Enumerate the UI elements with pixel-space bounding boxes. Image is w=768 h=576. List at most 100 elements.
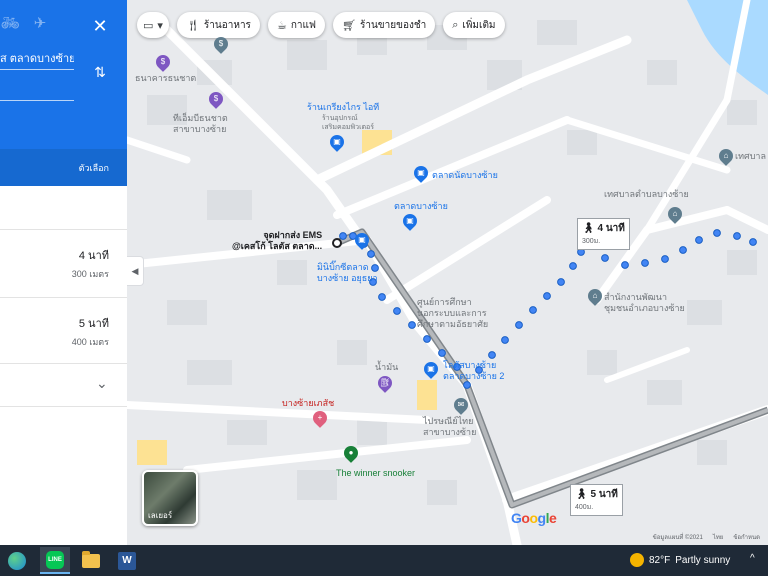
chip-groceries[interactable]: 🛒︎ ร้านขายของชำ — [333, 12, 436, 38]
chip-coffee[interactable]: ☕︎ กาแฟ — [267, 12, 326, 38]
bank-icon: $ — [160, 57, 166, 66]
building-icon: ⌂ — [592, 291, 598, 300]
lotus-pin[interactable]: ▣ — [421, 359, 441, 379]
bank-pin[interactable]: $ — [153, 52, 173, 72]
route-distance: 400 เมตร — [71, 337, 109, 347]
tray-expand-icon[interactable]: ^ — [750, 553, 755, 564]
temperature: 82°F — [649, 554, 671, 566]
cart-icon: 🛒︎ — [342, 19, 356, 32]
route-dot — [641, 259, 649, 267]
layers-button[interactable]: เลเยอร์ — [142, 470, 198, 526]
atm-icon: $ — [213, 94, 219, 103]
pharmacy-label[interactable]: บางซ้ายเภสัช — [282, 398, 334, 409]
bank-label[interactable]: ธนาคารธนชาต — [135, 73, 196, 84]
edge-icon — [8, 551, 26, 570]
market-pin[interactable]: ▣ — [400, 211, 420, 231]
snooker-pin[interactable]: ● — [341, 443, 361, 463]
minibigc-pin[interactable]: ▣ — [352, 230, 372, 250]
route-dot — [749, 238, 757, 246]
market-label[interactable]: ตลาดบางซ้าย — [394, 201, 448, 212]
municipality-pin[interactable]: ⌂ — [665, 204, 685, 224]
route-option-1[interactable]: 4 นาที 300 เมตร — [0, 230, 127, 296]
map-canvas[interactable]: ▭ ▾ 🍴︎ ร้านอาหาร ☕︎ กาแฟ 🛒︎ ร้านขายของชำ ⌕ เพ… — [127, 0, 768, 545]
origin-marker[interactable] — [332, 238, 342, 248]
fork-knife-icon: 🍴︎ — [185, 19, 200, 32]
origin-field[interactable] — [0, 100, 74, 101]
route-dot — [733, 232, 741, 240]
pharmacy-pin[interactable]: + — [310, 408, 330, 428]
route-distance: 300ม. — [582, 238, 601, 245]
shop-pin[interactable]: ▣ — [327, 132, 347, 152]
route-option-2[interactable]: 5 นาที 400 เมตร — [0, 298, 127, 364]
municipality-label[interactable]: เทศบาลตำบลบางซ้าย — [604, 189, 689, 200]
minibigc-label[interactable]: มินิบิ๊กซีตลาด บางซ้าย อยุธยา — [317, 262, 378, 284]
chip-label: ร้านขายของชำ — [359, 19, 427, 31]
file-explorer-button[interactable] — [76, 547, 106, 574]
route-dot — [378, 293, 386, 301]
shopping-bag-icon: ▣ — [333, 137, 341, 146]
post-office-label[interactable]: ไปรษณีย์ไทย สาขาบางซ้าย — [423, 416, 476, 438]
route-time-label-1[interactable]: 🚶︎ 4 นาที 300ม. — [577, 218, 630, 250]
weather-widget[interactable]: 82°F Partly sunny — [630, 553, 730, 567]
lotus-label[interactable]: โลตัสบางซ้าย ตลาดบางซ้าย 2 — [443, 360, 504, 382]
route-time: 5 นาที — [590, 489, 618, 500]
fuel-pin[interactable]: ⛽︎ — [375, 373, 395, 393]
fuel-icon: ⛽︎ — [379, 378, 391, 387]
shop-sub-label: ร้านอุปกรณ์ เสริมคอมพิวเตอร์ — [322, 115, 374, 131]
fuel-label[interactable]: น้ำมัน — [375, 362, 398, 373]
chevron-down-icon[interactable]: ⌄ — [96, 375, 108, 392]
options-link[interactable]: ตัวเลือก — [79, 161, 109, 175]
bank-icon: $ — [218, 39, 224, 48]
language-link[interactable]: ไทย — [713, 532, 724, 542]
swap-icon[interactable]: ⇅ — [90, 62, 110, 82]
school-label[interactable]: ศูนย์การศึกษา นอกระบบและการ ศึกษาตามอัธย… — [417, 297, 488, 330]
coffee-icon: ☕︎ — [276, 19, 287, 32]
map-type-button[interactable]: ▭ ▾ — [137, 12, 169, 38]
shopping-bag-icon: ▣ — [417, 168, 425, 177]
destination-field[interactable]: ส ตลาดบางซ้าย — [0, 48, 74, 70]
airplane-icon[interactable]: ✈︎ — [30, 14, 50, 34]
shopping-bag-icon: ▣ — [406, 216, 414, 225]
route-dot — [695, 236, 703, 244]
weather-condition: Partly sunny — [675, 554, 731, 566]
route-time-label-2[interactable]: 🚶︎ 5 นาที 400ม. — [570, 484, 623, 516]
line-app-button[interactable]: LINE — [40, 547, 70, 574]
bank-pin[interactable]: $ — [211, 34, 231, 54]
route-dot — [501, 336, 509, 344]
route-dot — [438, 349, 446, 357]
word-button[interactable]: W — [112, 547, 142, 574]
route-dot — [423, 335, 431, 343]
pharmacy-icon: + — [317, 413, 323, 422]
line-app-icon: LINE — [46, 550, 64, 569]
atm-pin[interactable]: $ — [206, 89, 226, 109]
chip-more[interactable]: ⌕ เพิ่มเติม — [443, 12, 505, 38]
chip-label: กาแฟ — [290, 19, 317, 31]
collapse-panel-button[interactable]: ◀ — [127, 256, 144, 286]
chip-restaurants[interactable]: 🍴︎ ร้านอาหาร — [176, 12, 260, 38]
market-pin[interactable]: ▣ — [411, 163, 431, 183]
municipality-edge-label[interactable]: เทศบาล — [735, 151, 766, 162]
atm-label[interactable]: ทีเอ็มบีธนชาต สาขาบางซ้าย — [173, 113, 228, 135]
chip-label: ร้านอาหาร — [203, 19, 251, 31]
community-office-label[interactable]: สำนักงานพัฒนา ชุมชนอำเภอบางซ้าย — [604, 292, 685, 314]
terms-link[interactable]: ข้อกำหนด — [733, 532, 760, 542]
expand-more-row[interactable]: ⌄ — [0, 363, 127, 406]
keyboard-icon: ▭ — [143, 19, 154, 32]
post-office-pin[interactable]: ✉︎ — [451, 395, 471, 415]
bicycle-icon[interactable]: 🚲︎ — [0, 14, 20, 34]
route-dot — [569, 262, 577, 270]
walking-icon: 🚶︎ — [575, 489, 588, 500]
origin-label[interactable]: จุดฝากส่ง EMS @เคสโก้ โลตัส ตลาด... — [232, 230, 322, 252]
municipality-pin[interactable]: ⌂ — [716, 146, 736, 166]
community-office-pin[interactable]: ⌂ — [585, 286, 605, 306]
edge-browser-button[interactable] — [2, 547, 32, 574]
route-time: 4 นาที — [78, 250, 109, 262]
close-button[interactable]: ✕ — [88, 14, 112, 38]
route-time: 5 นาที — [78, 318, 109, 330]
snooker-label[interactable]: The winner snooker — [336, 468, 415, 479]
market-label[interactable]: ตลาดนัดบางซ้าย — [432, 170, 498, 181]
shop-label[interactable]: ร้านเกรียงไกร ไอที — [307, 102, 379, 113]
route-dot — [408, 321, 416, 329]
route-dot — [339, 232, 347, 240]
route-distance: 300 เมตร — [71, 269, 109, 279]
